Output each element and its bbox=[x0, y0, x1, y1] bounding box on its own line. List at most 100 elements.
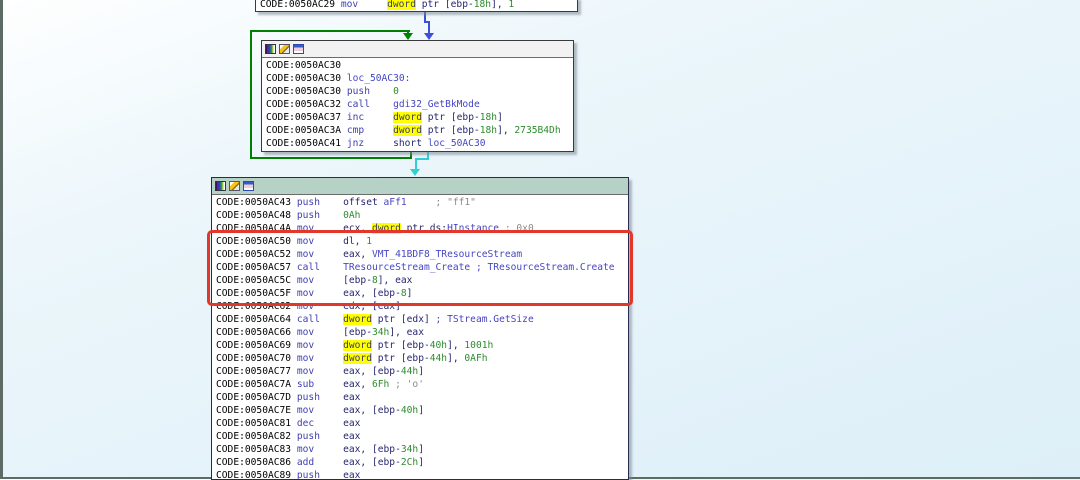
asm-token: eax, bbox=[343, 379, 372, 390]
asm-token: push bbox=[297, 210, 343, 221]
asm-token: ptr [ebp- bbox=[372, 340, 430, 351]
color-palette-icon[interactable] bbox=[265, 44, 276, 54]
edge-flow-cyan bbox=[415, 158, 429, 160]
asm-token: ] bbox=[418, 444, 424, 455]
asm-token: 6Fh bbox=[372, 379, 389, 390]
asm-token: CODE:0050AC7A bbox=[216, 379, 297, 390]
asm-token: ] bbox=[418, 366, 424, 377]
asm-token: 1 bbox=[508, 0, 514, 10]
asm-token: ptr [ebp- bbox=[416, 0, 474, 10]
asm-token: CODE:0050AC64 bbox=[216, 314, 297, 325]
asm-token: eax, [ebp- bbox=[343, 457, 401, 468]
asm-token: eax bbox=[343, 418, 360, 429]
asm-line[interactable]: CODE:0050AC69 mov dword ptr [ebp-40h], 1… bbox=[216, 339, 628, 352]
asm-line[interactable]: CODE:0050AC82 push eax bbox=[216, 430, 628, 443]
asm-token: 34h bbox=[401, 444, 418, 455]
asm-token: ptr [ebp- bbox=[422, 125, 480, 136]
asm-token: ], bbox=[497, 125, 514, 136]
asm-token: CODE:0050AC30 bbox=[266, 60, 341, 71]
asm-token: CODE:0050AC41 bbox=[266, 138, 347, 149]
asm-line[interactable]: CODE:0050AC66 mov [ebp-34h], eax bbox=[216, 326, 628, 339]
asm-token: aFf1 bbox=[384, 197, 407, 208]
arrowhead-icon bbox=[410, 169, 420, 176]
asm-token: mov bbox=[297, 327, 343, 338]
asm-token: 34h bbox=[372, 327, 389, 338]
asm-token: call bbox=[347, 99, 393, 110]
asm-line[interactable]: CODE:0050AC3A cmp dword ptr [ebp-18h], 2… bbox=[266, 124, 573, 137]
arrowhead-icon bbox=[424, 33, 434, 40]
asm-token: CODE:0050AC48 bbox=[216, 210, 297, 221]
asm-token: CODE:0050AC82 bbox=[216, 431, 297, 442]
asm-token: eax bbox=[343, 392, 360, 403]
asm-token: CODE:0050AC7D bbox=[216, 392, 297, 403]
asm-token: mov bbox=[297, 444, 343, 455]
asm-line[interactable]: CODE:0050AC77 mov eax, [ebp-44h] bbox=[216, 365, 628, 378]
asm-token: ] bbox=[418, 457, 424, 468]
asm-token: 2735B4Dh bbox=[514, 125, 560, 136]
asm-token: push bbox=[297, 392, 343, 403]
asm-line[interactable]: CODE:0050AC41 jnz short loc_50AC30 bbox=[266, 137, 573, 150]
asm-token: 40h bbox=[401, 405, 418, 416]
basic-block-0050ac29[interactable]: CODE:0050AC29 mov dword ptr [ebp-18h], 1 bbox=[255, 0, 578, 12]
asm-line[interactable]: CODE:0050AC83 mov eax, [ebp-34h] bbox=[216, 443, 628, 456]
asm-token: ; "ff1" bbox=[436, 197, 476, 208]
asm-line[interactable]: CODE:0050AC30 loc_50AC30: bbox=[266, 72, 573, 85]
asm-line[interactable]: CODE:0050AC86 add eax, [ebp-2Ch] bbox=[216, 456, 628, 469]
asm-line[interactable]: CODE:0050AC37 inc dword ptr [ebp-18h] bbox=[266, 111, 573, 124]
asm-token: CODE:0050AC70 bbox=[216, 353, 297, 364]
asm-token: mov bbox=[297, 366, 343, 377]
node-titlebar bbox=[262, 41, 573, 58]
asm-token: mov bbox=[341, 0, 387, 10]
color-palette-icon[interactable] bbox=[215, 181, 226, 191]
basic-block-0050ac30[interactable]: CODE:0050AC30CODE:0050AC30 loc_50AC30:CO… bbox=[261, 40, 574, 152]
asm-token: gdi32_GetBkMode bbox=[393, 99, 480, 110]
asm-token: CODE:0050AC77 bbox=[216, 366, 297, 377]
edit-pencil-icon[interactable] bbox=[279, 44, 290, 54]
asm-token: 18h bbox=[480, 112, 497, 123]
asm-line[interactable]: CODE:0050AC7D push eax bbox=[216, 391, 628, 404]
asm-token: ptr [ebp- bbox=[372, 353, 430, 364]
arrowhead-icon bbox=[403, 33, 413, 40]
asm-token: CODE:0050AC43 bbox=[216, 197, 297, 208]
asm-token: CODE:0050AC37 bbox=[266, 112, 347, 123]
asm-token: push bbox=[297, 197, 343, 208]
asm-line[interactable]: CODE:0050AC32 call gdi32_GetBkMode bbox=[266, 98, 573, 111]
basic-block-0050ac43[interactable]: CODE:0050AC43 push offset aFf1 ; "ff1"CO… bbox=[211, 177, 629, 480]
edit-pencil-icon[interactable] bbox=[229, 181, 240, 191]
asm-line[interactable]: CODE:0050AC30 bbox=[266, 59, 573, 72]
asm-token: dword bbox=[343, 314, 372, 325]
asm-token: dword bbox=[343, 340, 372, 351]
asm-line[interactable]: CODE:0050AC29 mov dword ptr [ebp-18h], 1 bbox=[260, 0, 577, 11]
asm-token: loc_50AC30 bbox=[428, 138, 486, 149]
asm-line[interactable]: CODE:0050AC30 push 0 bbox=[266, 85, 573, 98]
asm-token: dword bbox=[387, 0, 416, 10]
asm-token: add bbox=[297, 457, 343, 468]
asm-token: CODE:0050AC86 bbox=[216, 457, 297, 468]
asm-token: 40h bbox=[430, 340, 447, 351]
node-view-icon[interactable] bbox=[243, 181, 254, 191]
asm-line[interactable]: CODE:0050AC64 call dword ptr [edx] ; TSt… bbox=[216, 313, 628, 326]
asm-token: ], bbox=[491, 0, 508, 10]
asm-line[interactable]: CODE:0050AC43 push offset aFf1 ; "ff1" bbox=[216, 196, 628, 209]
asm-line[interactable]: CODE:0050AC7A sub eax, 6Fh ; 'o' bbox=[216, 378, 628, 391]
highlight-annotation-box bbox=[207, 230, 633, 306]
asm-token: ; 'o' bbox=[395, 379, 424, 390]
asm-token: ptr [edx] bbox=[372, 314, 436, 325]
asm-token: ], eax bbox=[389, 327, 424, 338]
asm-line[interactable]: CODE:0050AC70 mov dword ptr [ebp-44h], 0… bbox=[216, 352, 628, 365]
node-view-icon[interactable] bbox=[293, 44, 304, 54]
asm-line[interactable]: CODE:0050AC81 dec eax bbox=[216, 417, 628, 430]
asm-token: dword bbox=[393, 112, 422, 123]
asm-line[interactable]: CODE:0050AC7E mov eax, [ebp-40h] bbox=[216, 404, 628, 417]
asm-token: ], bbox=[447, 353, 464, 364]
asm-line[interactable]: CODE:0050AC48 push 0Ah bbox=[216, 209, 628, 222]
asm-token: CODE:0050AC83 bbox=[216, 444, 297, 455]
asm-token: 44h bbox=[430, 353, 447, 364]
asm-token: dword bbox=[393, 125, 422, 136]
asm-token: eax, [ebp- bbox=[343, 444, 401, 455]
asm-token: 0 bbox=[393, 86, 399, 97]
asm-token: CODE:0050AC81 bbox=[216, 418, 297, 429]
asm-token: 2Ch bbox=[401, 457, 418, 468]
asm-line[interactable]: CODE:0050AC89 push eax bbox=[216, 469, 628, 480]
asm-token: loc_50AC30: bbox=[347, 73, 411, 84]
